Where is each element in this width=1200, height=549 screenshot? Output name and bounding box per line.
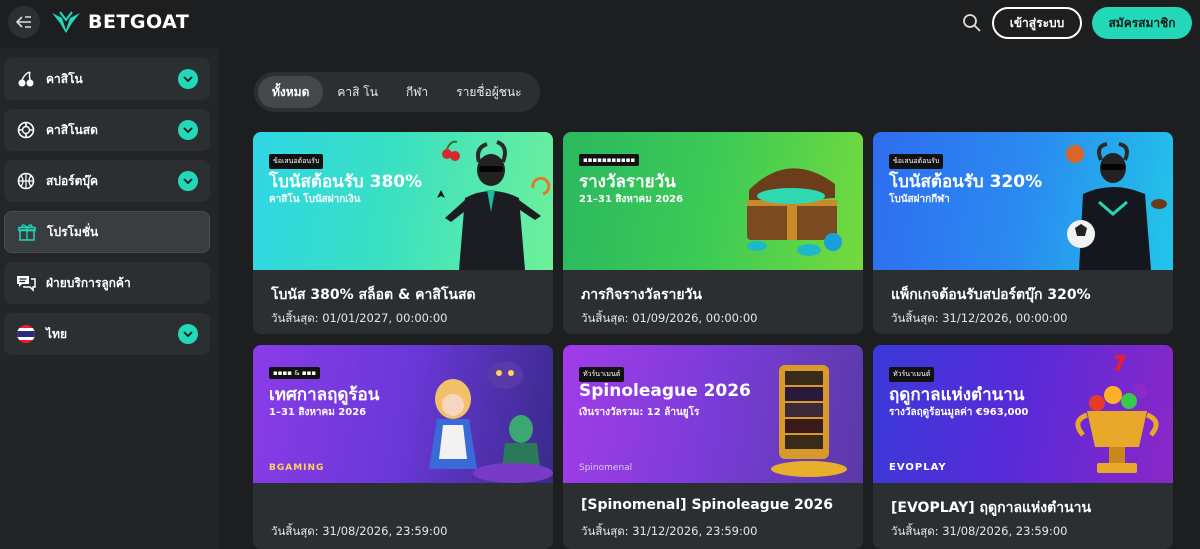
promo-tag: ข้อเสนอต้อนรับ: [889, 154, 944, 169]
promo-info: โบนัส 380% สล็อต & คาสิโนสด วันสิ้นสุด: …: [253, 270, 553, 328]
sidebar-item-live-casino[interactable]: คาสิโนสด: [4, 109, 210, 151]
promo-end-date: วันสิ้นสุด: 31/12/2026, 23:59:00: [581, 524, 758, 538]
banner-subtitle: 1–31 สิงหาคม 2026: [269, 407, 367, 418]
promo-end-date: วันสิ้นสุด: 01/09/2026, 00:00:00: [581, 311, 758, 325]
banner-subtitle: เงินรางวัลรวม: 12 ล้านยูโร: [579, 407, 700, 418]
promo-card[interactable]: ข้อเสนอต้อนรับ โบนัสต้อนรับ 380% คาสิโน …: [253, 132, 553, 334]
banner-title: Spinoleague 2026: [579, 381, 751, 401]
promo-card[interactable]: ทัวร์นาเมนต์ ฤดูกาลแห่งตำนาน รางวัลฤดูร้…: [873, 345, 1173, 549]
signup-button[interactable]: สมัครสมาชิก: [1092, 7, 1192, 39]
provider-logo: EVOPLAY: [889, 462, 947, 473]
promo-title: [EVOPLAY] ฤดูกาลแห่งตำนาน: [891, 500, 1092, 516]
banner-subtitle: รางวัลฤดูร้อนมูลค่า €963,000: [889, 407, 1029, 418]
banner-title: โบนัสต้อนรับ 320%: [889, 172, 1043, 192]
banner-subtitle: คาสิโน โบนัสฝากเงิน: [269, 194, 361, 205]
banner-title: โบนัสต้อนรับ 380%: [269, 172, 423, 192]
tab-winners[interactable]: รายชื่อผู้ชนะ: [442, 76, 535, 108]
poker-chip-icon: [16, 120, 36, 140]
promo-info: แพ็กเกจต้อนรับสปอร์ตบุ๊ก 320% วันสิ้นสุด…: [873, 270, 1173, 328]
promo-end-date: วันสิ้นสุด: 01/01/2027, 00:00:00: [271, 311, 448, 325]
promo-card[interactable]: ข้อเสนอต้อนรับ โบนัสต้อนรับ 320% โบนัสฝา…: [873, 132, 1173, 334]
fruit-trophy-illustration: [1075, 355, 1159, 473]
promo-tag: ทัวร์นาเมนต์: [889, 367, 935, 382]
slot-machine-illustration: [771, 365, 847, 477]
sidebar-item-label: โปรโมชั่น: [47, 224, 99, 239]
search-icon[interactable]: [962, 13, 982, 33]
goat-mascot-illustration: [437, 140, 551, 270]
sidebar-item-label: คาสิโน: [46, 71, 83, 86]
banner-title: รางวัลรายวัน: [579, 172, 676, 192]
promo-banner: ▪▪▪▪▪▪▪▪▪▪▪ รางวัลรายวัน 21–31 สิงหาคม 2…: [563, 132, 863, 270]
promo-tag: ▪▪▪▪ & ▪▪▪: [269, 367, 321, 379]
treasure-chest-illustration: [747, 168, 842, 256]
promo-info: [Spinomenal] Spinoleague 2026 วันสิ้นสุด…: [563, 483, 863, 541]
promo-info: [EVOPLAY] ฤดูกาลแห่งตำนาน วันสิ้นสุด: 31…: [873, 483, 1173, 541]
sidebar-item-casino[interactable]: คาสิโน: [4, 58, 210, 100]
promo-title: [Spinomenal] Spinoleague 2026: [581, 497, 834, 513]
sidebar-item-sportsbook[interactable]: สปอร์ตบุ๊ค: [4, 160, 210, 202]
banner-title: เทศกาลฤดูร้อน: [269, 385, 380, 405]
goat-logo-icon: [52, 11, 80, 33]
promo-title: โบนัส 380% สล็อต & คาสิโนสด: [271, 287, 476, 303]
tab-casino[interactable]: คาสิ โน: [323, 76, 392, 108]
chevron-down-icon[interactable]: [178, 69, 198, 89]
banner-title: ฤดูกาลแห่งตำนาน: [889, 385, 1025, 405]
gift-icon: [17, 222, 37, 242]
promo-end-date: วันสิ้นสุด: 31/08/2026, 23:59:00: [271, 524, 448, 538]
promo-title: [271, 497, 535, 517]
promotions-page: ทั้งหมด คาสิ โน กีฬา รายชื่อผู้ชนะ ข้อเส…: [218, 48, 1200, 549]
promo-info: ภารกิจรางวัลรายวัน วันสิ้นสุด: 01/09/202…: [563, 270, 863, 328]
sports-goat-illustration: [1066, 142, 1167, 270]
provider-logo: BGAMING: [269, 463, 325, 473]
login-button[interactable]: เข้าสู่ระบบ: [992, 7, 1082, 39]
promo-banner: ข้อเสนอต้อนรับ โบนัสต้อนรับ 380% คาสิโน …: [253, 132, 553, 270]
sidebar-item-label: ไทย: [46, 326, 67, 341]
sidebar: คาสิโน คาสิโนสด สปอร์ตบุ๊ค โปรโมชั่น ฝ่า…: [0, 48, 218, 549]
promo-banner: ทัวร์นาเมนต์ Spinoleague 2026 เงินรางวัล…: [563, 345, 863, 483]
promo-banner: ทัวร์นาเมนต์ ฤดูกาลแห่งตำนาน รางวัลฤดูร้…: [873, 345, 1173, 483]
sidebar-item-label: ฝ่ายบริการลูกค้า: [46, 275, 131, 290]
top-bar: BETGOAT เข้าสู่ระบบ สมัครสมาชิก: [0, 0, 1200, 48]
thai-flag-icon: [16, 324, 36, 344]
promo-end-date: วันสิ้นสุด: 31/12/2026, 00:00:00: [891, 311, 1068, 325]
promo-tag: ข้อเสนอต้อนรับ: [269, 154, 324, 169]
promo-banner: ▪▪▪▪ & ▪▪▪ เทศกาลฤดูร้อน 1–31 สิงหาคม 20…: [253, 345, 553, 483]
promo-info: วันสิ้นสุด: 31/08/2026, 23:59:00: [253, 483, 553, 541]
promo-end-date: วันสิ้นสุด: 31/08/2026, 23:59:00: [891, 524, 1068, 538]
sidebar-item-language[interactable]: ไทย: [4, 313, 210, 355]
sidebar-item-label: คาสิโนสด: [46, 122, 98, 137]
category-tabs: ทั้งหมด คาสิ โน กีฬา รายชื่อผู้ชนะ: [254, 72, 540, 112]
promo-title: แพ็กเกจต้อนรับสปอร์ตบุ๊ก 320%: [891, 287, 1091, 303]
promo-card[interactable]: ▪▪▪▪▪▪▪▪▪▪▪ รางวัลรายวัน 21–31 สิงหาคม 2…: [563, 132, 863, 334]
sidebar-item-promotions[interactable]: โปรโมชั่น: [4, 211, 210, 253]
chat-icon: [16, 273, 36, 293]
promo-tag: ▪▪▪▪▪▪▪▪▪▪▪: [579, 154, 640, 166]
tab-sports[interactable]: กีฬา: [392, 76, 442, 108]
promo-tag: ทัวร์นาเมนต์: [579, 367, 625, 382]
basketball-icon: [16, 171, 36, 191]
promo-card[interactable]: ▪▪▪▪ & ▪▪▪ เทศกาลฤดูร้อน 1–31 สิงหาคม 20…: [253, 345, 553, 549]
cherries-icon: [16, 69, 36, 89]
chevron-down-icon[interactable]: [178, 120, 198, 140]
tab-all[interactable]: ทั้งหมด: [258, 76, 324, 108]
wonderland-illustration: [429, 361, 553, 483]
promo-banner: ข้อเสนอต้อนรับ โบนัสต้อนรับ 320% โบนัสฝา…: [873, 132, 1173, 270]
chevron-down-icon[interactable]: [178, 171, 198, 191]
chevron-down-icon[interactable]: [178, 324, 198, 344]
sidebar-item-label: สปอร์ตบุ๊ค: [46, 173, 99, 188]
logo-text: BETGOAT: [88, 11, 190, 33]
promo-title: ภารกิจรางวัลรายวัน: [581, 287, 702, 303]
banner-subtitle: 21–31 สิงหาคม 2026: [579, 194, 684, 205]
betgoat-logo[interactable]: BETGOAT: [50, 10, 189, 34]
promo-card[interactable]: ทัวร์นาเมนต์ Spinoleague 2026 เงินรางวัล…: [563, 345, 863, 549]
provider-logo: Spinomenal: [579, 463, 633, 473]
collapse-menu-button[interactable]: [8, 6, 40, 38]
collapse-arrow-icon: [16, 16, 31, 28]
banner-subtitle: โบนัสฝากกีฬา: [889, 194, 950, 205]
sidebar-item-customer-service[interactable]: ฝ่ายบริการลูกค้า: [4, 262, 210, 304]
